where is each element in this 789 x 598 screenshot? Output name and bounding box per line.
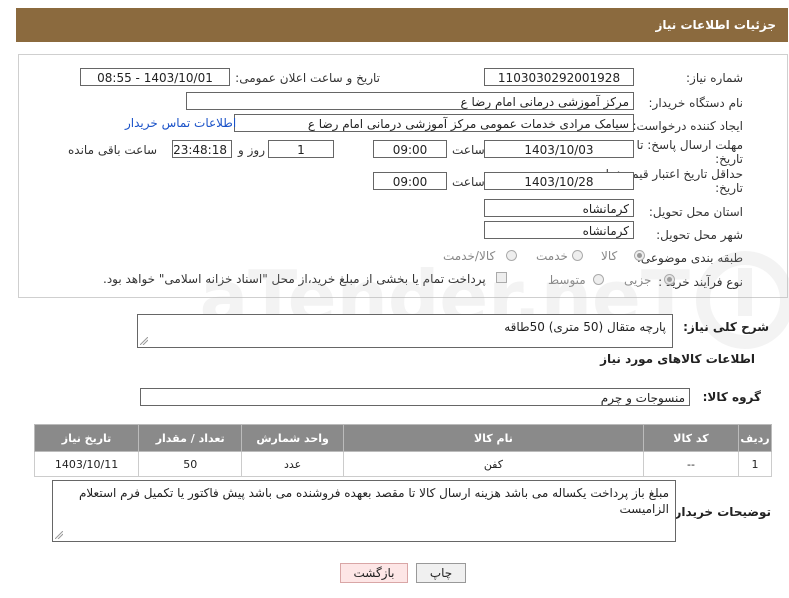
- page-header: جزئیات اطلاعات نیاز: [16, 8, 788, 42]
- reply-deadline-label: مهلت ارسال پاسخ: تا: [636, 138, 743, 152]
- col-row-header: ردیف: [738, 424, 772, 452]
- validity-time-label: ساعت: [452, 175, 485, 189]
- validity-date-field: 1403/10/28: [484, 172, 634, 190]
- buyer-notes-label: توضیحات خریدار:: [669, 505, 771, 519]
- description-label: شرح کلی نیاز:: [683, 320, 769, 334]
- buyer-org-field: مرکز آموزشی درمانی امام رضا ع: [186, 92, 634, 110]
- print-button[interactable]: چاپ: [416, 563, 466, 583]
- requester-field: سیامک مرادی خدمات عمومی مرکز آموزشی درما…: [234, 114, 634, 132]
- page-title: جزئیات اطلاعات نیاز: [655, 18, 776, 32]
- category-both-label: کالا/خدمت: [443, 249, 496, 263]
- goods-table-header-row: ردیف کد کالا نام کالا واحد شمارش تعداد /…: [33, 424, 772, 452]
- validity-label-2: تاریخ:: [715, 181, 743, 195]
- category-goods-radio[interactable]: [634, 250, 645, 261]
- process-medium-radio[interactable]: [593, 274, 604, 285]
- city-field: کرمانشاه: [484, 221, 634, 239]
- col-unit-header: واحد شمارش: [241, 424, 344, 452]
- goods-group-field: منسوجات و چرم: [140, 388, 690, 406]
- buyer-notes-textarea[interactable]: مبلغ باز پرداخت یکساله می باشد هزینه ارس…: [52, 480, 676, 542]
- item-qty-cell: 50: [138, 451, 243, 477]
- category-label: طبقه بندی موضوعی:: [636, 251, 743, 265]
- item-code-cell: --: [642, 451, 740, 477]
- col-qty-header: تعداد / مقدار: [138, 424, 243, 452]
- treasury-payment-checkbox[interactable]: [496, 272, 507, 283]
- announce-label: تاریخ و ساعت اعلان عمومی:: [235, 71, 380, 85]
- goods-table: ردیف کد کالا نام کالا واحد شمارش تعداد /…: [33, 424, 772, 477]
- category-service-label: خدمت: [536, 249, 568, 263]
- buyer-org-label: نام دستگاه خریدار:: [648, 96, 744, 110]
- col-date-header: تاریخ نیاز: [33, 424, 140, 452]
- process-medium-label: متوسط: [548, 273, 586, 287]
- remaining-time-field: 23:48:18: [172, 140, 232, 158]
- days-label: روز و: [238, 143, 265, 157]
- announce-field: 1403/10/01 - 08:55: [80, 68, 230, 86]
- back-button[interactable]: بازگشت: [340, 563, 408, 583]
- buyer-notes-text: مبلغ باز پرداخت یکساله می باشد هزینه ارس…: [78, 486, 669, 516]
- province-label: استان محل تحویل:: [648, 205, 743, 219]
- reply-date-field: 1403/10/03: [484, 140, 634, 158]
- item-date-cell: 1403/10/11: [33, 451, 140, 477]
- table-row: 1 -- کفن عدد 50 1403/10/11: [33, 451, 772, 477]
- reply-time-field: 09:00: [373, 140, 447, 158]
- col-code-header: کد کالا: [642, 424, 740, 452]
- item-unit-cell: عدد: [241, 451, 344, 477]
- remaining-label: ساعت باقی مانده: [68, 143, 158, 157]
- days-field: 1: [268, 140, 334, 158]
- need-number-label: شماره نیاز:: [686, 71, 743, 85]
- goods-info-title: اطلاعات کالاهای مورد نیاز: [600, 352, 755, 366]
- goods-group-label: گروه کالا:: [702, 390, 761, 404]
- contact-info-link[interactable]: اطلاعات تماس خریدار: [125, 116, 236, 130]
- description-textarea[interactable]: پارچه متقال (50 متری) 50طاقه: [137, 314, 673, 348]
- row-number-cell: 1: [738, 451, 772, 477]
- requester-label: ایجاد کننده درخواست:: [632, 119, 743, 133]
- col-name-header: نام کالا: [342, 424, 644, 452]
- validity-time-field: 09:00: [373, 172, 447, 190]
- category-both-radio[interactable]: [506, 250, 517, 261]
- process-minor-radio[interactable]: [664, 274, 675, 285]
- description-text: پارچه متقال (50 متری) 50طاقه: [504, 320, 666, 334]
- process-minor-label: جزیی: [624, 273, 652, 287]
- need-number-field: 1103030292001928: [484, 68, 634, 86]
- category-service-radio[interactable]: [572, 250, 583, 261]
- category-goods-label: کالا: [601, 249, 618, 263]
- province-field: کرمانشاه: [484, 199, 634, 217]
- resize-grip-icon[interactable]: [55, 531, 63, 539]
- reply-time-label: ساعت: [452, 143, 485, 157]
- item-name-cell: کفن: [342, 451, 644, 477]
- resize-grip-icon[interactable]: [140, 337, 148, 345]
- city-label: شهر محل تحویل:: [656, 228, 743, 242]
- treasury-payment-note: پرداخت تمام یا بخشی از مبلغ خرید،از محل …: [103, 272, 486, 286]
- reply-deadline-label-2: تاریخ:: [715, 152, 743, 166]
